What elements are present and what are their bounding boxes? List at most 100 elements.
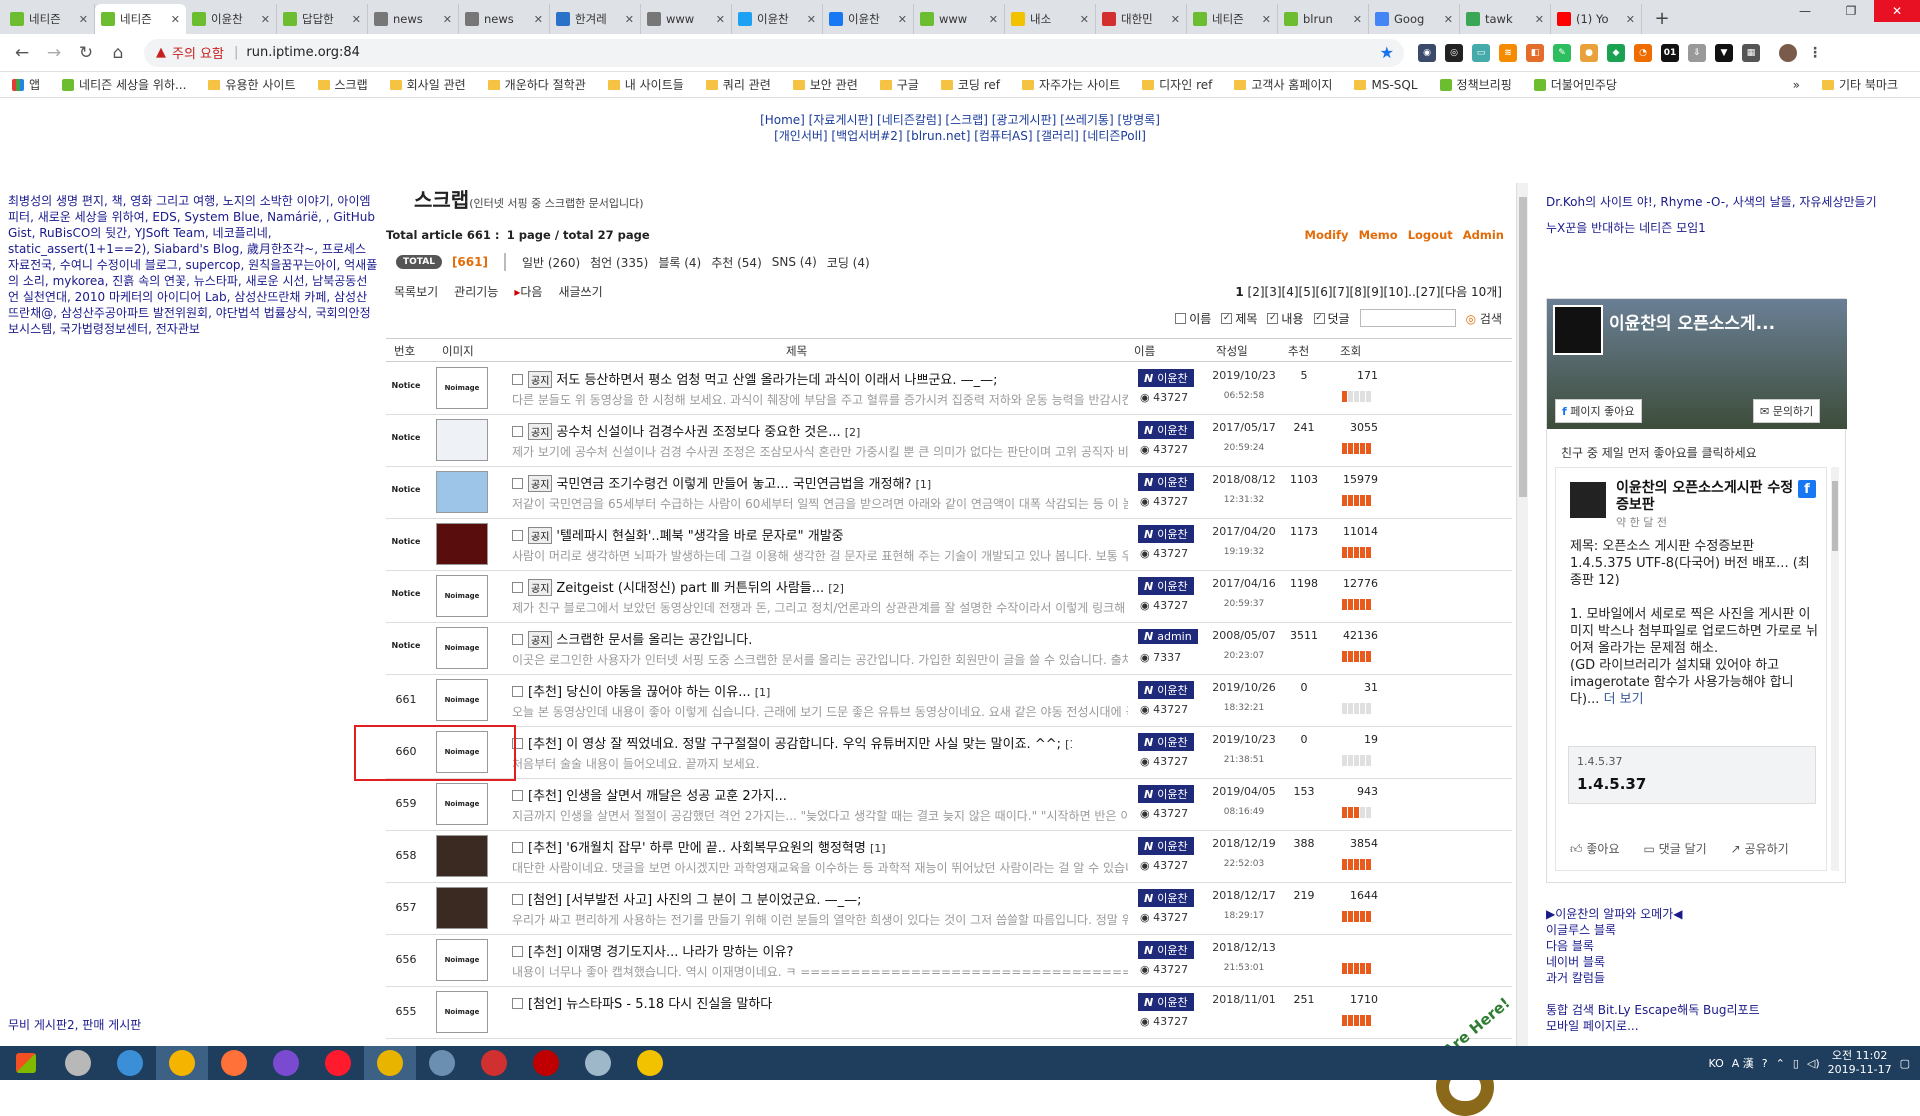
start-button[interactable] (0, 1046, 52, 1080)
volume-icon[interactable]: ◁) (1807, 1057, 1820, 1070)
author-badge[interactable]: N 이윤찬 (1138, 941, 1194, 959)
post-title[interactable]: 공지 저도 등산하면서 평소 엄청 먹고 산엘 올라가는데 과식이 이래서 나쁘군… (512, 369, 1072, 388)
post-title-text[interactable]: 공수처 신설이나 검경수사권 조정보다 중요한 것은... (556, 425, 840, 440)
fb-page-logo[interactable] (1553, 305, 1603, 355)
evernote-icon[interactable]: ✎ (1553, 43, 1571, 62)
post-title[interactable]: [추천] 이재명 경기도지사... 나라가 망하는 이유? (512, 941, 1072, 960)
taskbar-folder-button[interactable] (624, 1046, 676, 1080)
browser-tab[interactable]: 답답한 ✕ (277, 4, 368, 34)
extension-icon[interactable]: ◔ (1634, 43, 1652, 62)
right-bottom-link[interactable]: ▶이윤찬의 알파와 오메가◀ (1546, 906, 1760, 922)
post-thumbnail[interactable]: Noimage (436, 627, 488, 669)
back-icon[interactable]: ← (8, 39, 36, 67)
fb-scroll-thumb[interactable] (1832, 481, 1838, 551)
checkbox-box[interactable]: ✓ (1313, 312, 1325, 324)
url-text[interactable]: run.iptime.org:84 (246, 45, 360, 60)
comment-count[interactable]: [1] (755, 686, 771, 699)
tab-close-icon[interactable]: ✕ (1353, 13, 1362, 26)
taskbar-opera-button[interactable] (312, 1046, 364, 1080)
author-badge[interactable]: N 이윤찬 (1138, 993, 1194, 1011)
post-select-checkbox[interactable] (512, 998, 523, 1009)
taskbar-hamster-button[interactable] (52, 1046, 104, 1080)
total-count[interactable]: [661] (452, 255, 488, 269)
bookmark-item[interactable]: 유용한 사이트 (208, 76, 296, 93)
post-title-text[interactable]: [추천] 당신이 야동을 끊어야 하는 이유... (528, 685, 751, 700)
bookmark-item[interactable]: » (1793, 78, 1800, 92)
comment-count[interactable]: [2] (845, 426, 861, 439)
fb-post-time[interactable]: 약 한 달 전 (1616, 514, 1667, 530)
browser-tab[interactable]: 대한민 ✕ (1096, 4, 1187, 34)
maximize-icon[interactable]: ❐ (1828, 0, 1874, 22)
taskbar-tree-button[interactable] (572, 1046, 624, 1080)
search-option-checkbox[interactable]: ✓ 덧글 (1313, 310, 1350, 327)
bookmark-item[interactable]: 개운하다 절학관 (487, 76, 586, 93)
post-title-text[interactable]: 스크랩한 문서를 올리는 공간입니다. (556, 633, 752, 648)
category-sns[interactable]: SNS (4) (772, 255, 817, 269)
post-select-checkbox[interactable] (512, 946, 523, 957)
author-badge[interactable]: N 이윤찬 (1138, 889, 1194, 907)
tab-close-icon[interactable]: ✕ (807, 13, 816, 26)
browser-tab[interactable]: 내소 ✕ (1005, 4, 1096, 34)
next-link[interactable]: ▸다음 (514, 283, 542, 300)
right-bottom-link[interactable]: 통합 검색 Bit.Ly Escape해독 Bug리포트 (1546, 1002, 1760, 1018)
topnav-links-line2[interactable]: [개인서버] [백업서버#2] [blrun.net] [컴퓨터AS] [갤러리… (774, 129, 1146, 143)
rss-icon[interactable]: ≋ (1499, 43, 1517, 62)
profile-avatar[interactable] (1779, 43, 1797, 62)
right-links-line2[interactable]: 누X꾼을 반대하는 네티즌 모임1 (1546, 219, 1906, 237)
tab-close-icon[interactable]: ✕ (79, 13, 88, 26)
fb-like-action[interactable]: 👍︎ 좋아요 (1570, 840, 1620, 857)
fb-like-page-button[interactable]: f 페이지 좋아요 (1555, 399, 1642, 423)
browser-tab[interactable]: 이윤찬 ✕ (186, 4, 277, 34)
author-badge[interactable]: N 이윤찬 (1138, 369, 1194, 387)
author-name[interactable]: N 이윤찬 (1138, 577, 1194, 595)
post-thumbnail[interactable]: Noimage (436, 991, 488, 1033)
post-select-checkbox[interactable] (512, 426, 523, 437)
page-links[interactable]: [2][3][4][5][6][7][8][9][10]..[27][다음 10… (1248, 285, 1502, 299)
post-title-text[interactable]: [추천] 이재명 경기도지사... 나라가 망하는 이유? (528, 945, 793, 960)
fb-share-action[interactable]: ↗ 공유하기 (1731, 840, 1789, 857)
post-select-checkbox[interactable] (512, 582, 523, 593)
taskbar-games-button[interactable] (468, 1046, 520, 1080)
browser-tab[interactable]: (1) Yo ✕ (1551, 4, 1642, 34)
new-tab-button[interactable]: + (1648, 4, 1676, 32)
author-name[interactable]: N 이윤찬 (1138, 473, 1194, 491)
post-thumbnail[interactable]: Noimage (436, 575, 488, 617)
browser-tab[interactable]: www ✕ (914, 4, 1005, 34)
post-thumbnail[interactable] (436, 471, 488, 513)
browser-tab[interactable]: www ✕ (641, 4, 732, 34)
category-block[interactable]: 블록 (4) (658, 254, 701, 271)
tab-close-icon[interactable]: ✕ (261, 13, 270, 26)
bookmark-star-icon[interactable]: ★ (1380, 43, 1394, 62)
author-badge[interactable]: N 이윤찬 (1138, 681, 1194, 699)
extension-icon[interactable]: 01 (1661, 43, 1679, 62)
fb-comment-action[interactable]: ▭ 댓글 달기 (1644, 840, 1707, 857)
comment-count[interactable]: [2] (828, 582, 844, 595)
post-title-text[interactable]: [추천] 이 영상 잘 찍었네요. 정말 구구절절이 공감합니다. 우익 유튜버… (528, 737, 1061, 752)
taskbar-chrome-button[interactable] (156, 1046, 208, 1080)
post-title[interactable]: [추천] 인생을 살면서 깨달은 성공 교훈 2가지... (512, 785, 1072, 804)
author-name[interactable]: N 이윤찬 (1138, 993, 1194, 1011)
browser-tab[interactable]: 네티즌 ✕ (1187, 4, 1278, 34)
author-name[interactable]: Nadmin (1138, 629, 1198, 644)
post-title[interactable]: [첨언] 뉴스타파S - 5.18 다시 진실을 말하다 (512, 993, 1072, 1012)
tab-close-icon[interactable]: ✕ (534, 13, 543, 26)
post-title[interactable]: [추천] '6개월치 잡무' 하루 만에 끝.. 사회복무요원의 행정혁명 [1… (512, 837, 1072, 856)
category-general[interactable]: 일반 (260) (522, 254, 580, 271)
browser-tab[interactable]: news ✕ (368, 4, 459, 34)
post-title[interactable]: [추천] 이 영상 잘 찍었네요. 정말 구구절절이 공감합니다. 우익 유튜버… (512, 733, 1072, 752)
manage-link[interactable]: 관리기능 (454, 283, 498, 300)
bookmark-item[interactable]: 자주가는 사이트 (1022, 76, 1120, 93)
extension-icon[interactable]: ◎ (1445, 43, 1463, 62)
post-thumbnail[interactable] (436, 419, 488, 461)
post-select-checkbox[interactable] (512, 842, 523, 853)
bookmark-item[interactable]: 내 사이트들 (607, 76, 684, 93)
taskbar-pen-button[interactable] (364, 1046, 416, 1080)
right-bottom-link[interactable]: 모바일 페이지로... (1546, 1018, 1760, 1034)
browser-tab[interactable]: 이윤찬 ✕ (732, 4, 823, 34)
post-title-text[interactable]: 저도 등산하면서 평소 엄청 먹고 산엘 올라가는데 과식이 이래서 나쁘군요.… (556, 373, 997, 388)
fb-link-preview[interactable]: 1.4.5.37 1.4.5.37 (1568, 746, 1816, 804)
extension-icon[interactable]: ◉ (1418, 43, 1436, 62)
search-button[interactable]: ◎ 검색 (1466, 310, 1502, 327)
left-bottom-links[interactable]: 무비 게시판2, 판매 게시판 (8, 1016, 141, 1033)
comment-count[interactable]: [1] (1065, 738, 1072, 751)
